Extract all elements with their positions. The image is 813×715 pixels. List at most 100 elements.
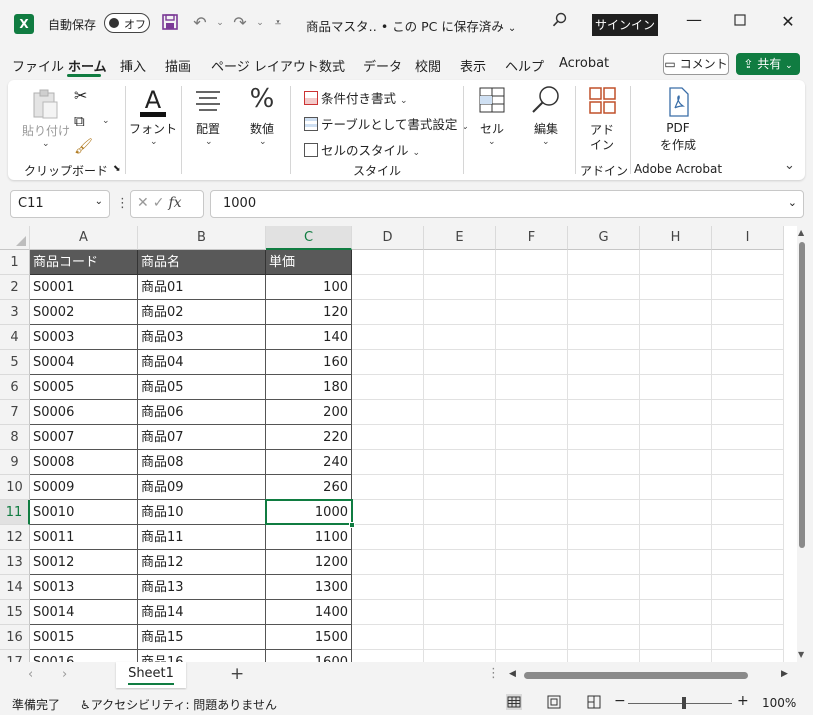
editing-label[interactable]: 編集 [526, 120, 566, 137]
autosave-toggle[interactable]: オフ [104, 13, 150, 33]
customize-qat-icon[interactable]: ⩡ [268, 16, 288, 38]
empty-cell[interactable] [352, 575, 424, 600]
table-cell[interactable]: S0016 [30, 650, 138, 662]
table-cell[interactable]: 1100 [266, 525, 352, 550]
number-chevron-icon[interactable]: ⌄ [259, 137, 267, 147]
empty-cell[interactable] [712, 400, 784, 425]
table-cell[interactable]: 商品03 [138, 325, 266, 350]
empty-cell[interactable] [568, 250, 640, 275]
empty-cell[interactable] [424, 350, 496, 375]
zoom-slider-knob[interactable] [682, 697, 686, 709]
empty-cell[interactable] [568, 350, 640, 375]
table-cell[interactable]: 商品01 [138, 275, 266, 300]
empty-cell[interactable] [712, 625, 784, 650]
empty-cell[interactable] [712, 325, 784, 350]
row-header[interactable]: 12 [0, 525, 30, 550]
conditional-format-button[interactable]: 条件付き書式 ⌄ [304, 88, 408, 107]
table-cell[interactable]: S0010 [30, 500, 138, 525]
create-pdf-label-line1[interactable]: PDF [650, 121, 706, 135]
empty-cell[interactable] [496, 500, 568, 525]
empty-cell[interactable] [712, 650, 784, 662]
page-layout-view-icon[interactable] [546, 694, 562, 714]
font-icon[interactable]: A [137, 86, 169, 120]
row-header[interactable]: 1 [0, 250, 30, 275]
empty-cell[interactable] [424, 600, 496, 625]
empty-cell[interactable] [640, 325, 712, 350]
table-cell[interactable]: S0006 [30, 400, 138, 425]
align-icon[interactable] [194, 88, 222, 118]
empty-cell[interactable] [712, 275, 784, 300]
format-painter-icon[interactable]: 🖌 [74, 137, 93, 155]
tab-view[interactable]: 表示 [460, 56, 486, 75]
undo-dropdown-icon[interactable]: ⌄ [210, 18, 230, 40]
table-cell[interactable]: 120 [266, 300, 352, 325]
empty-cell[interactable] [424, 375, 496, 400]
table-cell[interactable]: S0003 [30, 325, 138, 350]
empty-cell[interactable] [352, 250, 424, 275]
table-cell[interactable]: 商品04 [138, 350, 266, 375]
row-header[interactable]: 10 [0, 475, 30, 500]
empty-cell[interactable] [712, 350, 784, 375]
create-pdf-icon[interactable] [664, 86, 692, 118]
page-break-view-icon[interactable] [586, 694, 602, 714]
cancel-icon[interactable]: ✕ [137, 195, 153, 211]
table-cell[interactable]: S0007 [30, 425, 138, 450]
magnifier-icon[interactable] [530, 84, 562, 116]
empty-cell[interactable] [352, 300, 424, 325]
zoom-in-icon[interactable]: + [737, 693, 749, 709]
empty-cell[interactable] [568, 575, 640, 600]
column-header-e[interactable]: E [424, 226, 496, 250]
tab-page-layout[interactable]: ページ レイアウト [211, 56, 319, 75]
empty-cell[interactable] [712, 300, 784, 325]
zoom-level[interactable]: 100% [762, 696, 796, 710]
cell-styles-button[interactable]: セルのスタイル ⌄ [304, 140, 420, 159]
empty-cell[interactable] [352, 425, 424, 450]
empty-cell[interactable] [352, 325, 424, 350]
table-cell[interactable]: 商品16 [138, 650, 266, 662]
table-cell[interactable]: 1200 [266, 550, 352, 575]
row-header[interactable]: 15 [0, 600, 30, 625]
empty-cell[interactable] [496, 575, 568, 600]
copy-icon[interactable]: ⧉ [74, 112, 85, 130]
row-header[interactable]: 16 [0, 625, 30, 650]
empty-cell[interactable] [640, 400, 712, 425]
table-header-cell[interactable]: 単価 [266, 250, 352, 275]
empty-cell[interactable] [496, 450, 568, 475]
accessibility-status[interactable]: ♿アクセシビリティ: 問題ありません [80, 696, 277, 713]
create-pdf-label-line2[interactable]: を作成 [650, 136, 706, 153]
row-header[interactable]: 2 [0, 275, 30, 300]
formula-input[interactable]: 1000 ⌄ [210, 190, 804, 218]
empty-cell[interactable] [352, 400, 424, 425]
table-header-cell[interactable]: 商品コード [30, 250, 138, 275]
empty-cell[interactable] [496, 600, 568, 625]
empty-cell[interactable] [352, 500, 424, 525]
insert-function-button[interactable]: fx [168, 195, 181, 211]
tab-acrobat[interactable]: Acrobat [559, 56, 609, 71]
empty-cell[interactable] [712, 450, 784, 475]
empty-cell[interactable] [496, 350, 568, 375]
table-cell[interactable]: S0004 [30, 350, 138, 375]
empty-cell[interactable] [640, 575, 712, 600]
empty-cell[interactable] [568, 650, 640, 662]
table-cell[interactable]: S0009 [30, 475, 138, 500]
empty-cell[interactable] [424, 400, 496, 425]
tab-data[interactable]: データ [363, 56, 402, 75]
tab-splitter-icon[interactable]: ⋮ [487, 666, 500, 681]
expand-formula-icon[interactable]: ⌄ [788, 196, 797, 209]
empty-cell[interactable] [712, 600, 784, 625]
empty-cell[interactable] [352, 525, 424, 550]
normal-view-icon[interactable] [506, 694, 522, 710]
empty-cell[interactable] [424, 450, 496, 475]
paste-label[interactable]: 貼り付け [22, 122, 70, 139]
column-header-f[interactable]: F [496, 226, 568, 250]
table-cell[interactable]: S0002 [30, 300, 138, 325]
table-cell[interactable]: S0001 [30, 275, 138, 300]
empty-cell[interactable] [712, 475, 784, 500]
number-label[interactable]: 数値 [240, 120, 284, 137]
search-icon[interactable] [548, 12, 572, 36]
cells-label[interactable]: セル [472, 120, 512, 137]
table-cell[interactable]: 180 [266, 375, 352, 400]
table-cell[interactable]: S0008 [30, 450, 138, 475]
comments-button[interactable]: ▭ コメント [663, 53, 729, 75]
empty-cell[interactable] [496, 475, 568, 500]
